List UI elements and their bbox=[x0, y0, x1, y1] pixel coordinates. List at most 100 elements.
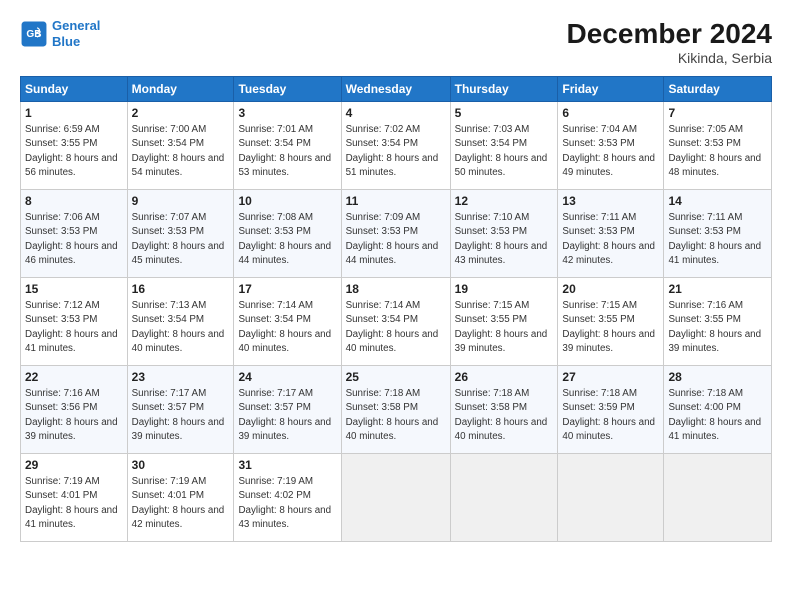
day-number: 30 bbox=[132, 457, 230, 473]
calendar-cell: 17Sunrise: 7:14 AMSunset: 3:54 PMDayligh… bbox=[234, 278, 341, 366]
day-number: 23 bbox=[132, 369, 230, 385]
day-number: 31 bbox=[238, 457, 336, 473]
calendar-cell: 20 Sunrise: 7:15 AMSunset: 3:55 PMDayligh… bbox=[558, 278, 664, 366]
logo: GB General Blue bbox=[20, 18, 100, 49]
day-number: 12 bbox=[455, 193, 554, 209]
day-info: Sunrise: 7:13 AMSunset: 3:54 PMDaylight:… bbox=[132, 300, 225, 354]
location-subtitle: Kikinda, Serbia bbox=[567, 50, 772, 66]
day-info: Sunrise: 7:12 AMSunset: 3:53 PMDaylight:… bbox=[25, 300, 118, 354]
day-info: Sunrise: 6:59 AMSunset: 3:55 PMDaylight:… bbox=[25, 124, 118, 178]
day-info: Sunrise: 7:15 AMSunset: 3:55 PMDaylight:… bbox=[455, 300, 548, 354]
day-number: 5 bbox=[455, 105, 554, 121]
day-info: Sunrise: 7:18 AMSunset: 3:58 PMDaylight:… bbox=[346, 388, 439, 442]
calendar-cell: 18 Sunrise: 7:14 AMSunset: 3:54 PMDayligh… bbox=[341, 278, 450, 366]
day-number: 13 bbox=[562, 193, 659, 209]
calendar-cell: 9Sunrise: 7:07 AMSunset: 3:53 PMDaylight… bbox=[127, 190, 234, 278]
day-info: Sunrise: 7:17 AMSunset: 3:57 PMDaylight:… bbox=[132, 388, 225, 442]
day-info: Sunrise: 7:14 AMSunset: 3:54 PMDaylight:… bbox=[346, 300, 439, 354]
day-number: 22 bbox=[25, 369, 123, 385]
logo-text: General Blue bbox=[52, 18, 100, 49]
day-info: Sunrise: 7:03 AMSunset: 3:54 PMDaylight:… bbox=[455, 124, 548, 178]
calendar-cell: 14 Sunrise: 7:11 AMSunset: 3:53 PMDayligh… bbox=[664, 190, 772, 278]
calendar-cell bbox=[558, 454, 664, 542]
day-info: Sunrise: 7:15 AMSunset: 3:55 PMDaylight:… bbox=[562, 300, 655, 354]
day-info: Sunrise: 7:04 AMSunset: 3:53 PMDaylight:… bbox=[562, 124, 655, 178]
day-number: 29 bbox=[25, 457, 123, 473]
day-info: Sunrise: 7:09 AMSunset: 3:53 PMDaylight:… bbox=[346, 212, 439, 266]
col-header-thursday: Thursday bbox=[450, 77, 558, 102]
day-number: 18 bbox=[346, 281, 446, 297]
week-row-1: 1 Sunrise: 6:59 AMSunset: 3:55 PMDaylight… bbox=[21, 102, 772, 190]
day-info: Sunrise: 7:01 AMSunset: 3:54 PMDaylight:… bbox=[238, 124, 331, 178]
calendar-cell: 3 Sunrise: 7:01 AMSunset: 3:54 PMDaylight… bbox=[234, 102, 341, 190]
calendar-cell: 6 Sunrise: 7:04 AMSunset: 3:53 PMDaylight… bbox=[558, 102, 664, 190]
day-number: 21 bbox=[668, 281, 767, 297]
calendar-cell: 24 Sunrise: 7:17 AMSunset: 3:57 PMDayligh… bbox=[234, 366, 341, 454]
day-info: Sunrise: 7:00 AMSunset: 3:54 PMDaylight:… bbox=[132, 124, 225, 178]
day-number: 25 bbox=[346, 369, 446, 385]
logo-icon: GB bbox=[20, 20, 48, 48]
day-info: Sunrise: 7:05 AMSunset: 3:53 PMDaylight:… bbox=[668, 124, 761, 178]
calendar-cell: 11 Sunrise: 7:09 AMSunset: 3:53 PMDayligh… bbox=[341, 190, 450, 278]
day-info: Sunrise: 7:16 AMSunset: 3:55 PMDaylight:… bbox=[668, 300, 761, 354]
day-number: 11 bbox=[346, 193, 446, 209]
day-number: 17 bbox=[238, 281, 336, 297]
header: GB General Blue December 2024 Kikinda, S… bbox=[20, 18, 772, 66]
calendar-cell: 4 Sunrise: 7:02 AMSunset: 3:54 PMDaylight… bbox=[341, 102, 450, 190]
day-info: Sunrise: 7:16 AMSunset: 3:56 PMDaylight:… bbox=[25, 388, 118, 442]
day-number: 2 bbox=[132, 105, 230, 121]
day-info: Sunrise: 7:02 AMSunset: 3:54 PMDaylight:… bbox=[346, 124, 439, 178]
day-number: 14 bbox=[668, 193, 767, 209]
calendar-cell: 21 Sunrise: 7:16 AMSunset: 3:55 PMDayligh… bbox=[664, 278, 772, 366]
day-info: Sunrise: 7:18 AMSunset: 3:59 PMDaylight:… bbox=[562, 388, 655, 442]
calendar-cell: 31 Sunrise: 7:19 AMSunset: 4:02 PMDayligh… bbox=[234, 454, 341, 542]
day-number: 19 bbox=[455, 281, 554, 297]
day-number: 4 bbox=[346, 105, 446, 121]
day-number: 28 bbox=[668, 369, 767, 385]
day-info: Sunrise: 7:17 AMSunset: 3:57 PMDaylight:… bbox=[238, 388, 331, 442]
day-number: 15 bbox=[25, 281, 123, 297]
day-of-week-row: SundayMondayTuesdayWednesdayThursdayFrid… bbox=[21, 77, 772, 102]
day-info: Sunrise: 7:11 AMSunset: 3:53 PMDaylight:… bbox=[562, 212, 655, 266]
calendar-cell bbox=[341, 454, 450, 542]
calendar-cell: 23 Sunrise: 7:17 AMSunset: 3:57 PMDayligh… bbox=[127, 366, 234, 454]
calendar-cell: 27Sunrise: 7:18 AMSunset: 3:59 PMDayligh… bbox=[558, 366, 664, 454]
day-info: Sunrise: 7:19 AMSunset: 4:01 PMDaylight:… bbox=[25, 476, 118, 530]
day-number: 16 bbox=[132, 281, 230, 297]
calendar-page: GB General Blue December 2024 Kikinda, S… bbox=[0, 0, 792, 552]
calendar-cell bbox=[450, 454, 558, 542]
day-number: 10 bbox=[238, 193, 336, 209]
day-number: 6 bbox=[562, 105, 659, 121]
day-info: Sunrise: 7:10 AMSunset: 3:53 PMDaylight:… bbox=[455, 212, 548, 266]
calendar-cell: 13 Sunrise: 7:11 AMSunset: 3:53 PMDayligh… bbox=[558, 190, 664, 278]
day-info: Sunrise: 7:11 AMSunset: 3:53 PMDaylight:… bbox=[668, 212, 761, 266]
calendar-cell: 10Sunrise: 7:08 AMSunset: 3:53 PMDayligh… bbox=[234, 190, 341, 278]
day-number: 20 bbox=[562, 281, 659, 297]
day-number: 8 bbox=[25, 193, 123, 209]
calendar-table: SundayMondayTuesdayWednesdayThursdayFrid… bbox=[20, 76, 772, 542]
col-header-friday: Friday bbox=[558, 77, 664, 102]
week-row-4: 22 Sunrise: 7:16 AMSunset: 3:56 PMDayligh… bbox=[21, 366, 772, 454]
week-row-3: 15 Sunrise: 7:12 AMSunset: 3:53 PMDayligh… bbox=[21, 278, 772, 366]
calendar-cell: 2 Sunrise: 7:00 AMSunset: 3:54 PMDaylight… bbox=[127, 102, 234, 190]
day-info: Sunrise: 7:19 AMSunset: 4:02 PMDaylight:… bbox=[238, 476, 331, 530]
week-row-2: 8 Sunrise: 7:06 AMSunset: 3:53 PMDaylight… bbox=[21, 190, 772, 278]
logo-line1: General bbox=[52, 18, 100, 33]
day-number: 1 bbox=[25, 105, 123, 121]
week-row-5: 29 Sunrise: 7:19 AMSunset: 4:01 PMDayligh… bbox=[21, 454, 772, 542]
calendar-cell: 7 Sunrise: 7:05 AMSunset: 3:53 PMDaylight… bbox=[664, 102, 772, 190]
day-number: 24 bbox=[238, 369, 336, 385]
day-info: Sunrise: 7:07 AMSunset: 3:53 PMDaylight:… bbox=[132, 212, 225, 266]
calendar-cell: 19 Sunrise: 7:15 AMSunset: 3:55 PMDayligh… bbox=[450, 278, 558, 366]
day-info: Sunrise: 7:06 AMSunset: 3:53 PMDaylight:… bbox=[25, 212, 118, 266]
month-title: December 2024 bbox=[567, 18, 772, 50]
calendar-cell: 25 Sunrise: 7:18 AMSunset: 3:58 PMDayligh… bbox=[341, 366, 450, 454]
day-info: Sunrise: 7:18 AMSunset: 3:58 PMDaylight:… bbox=[455, 388, 548, 442]
calendar-cell: 8 Sunrise: 7:06 AMSunset: 3:53 PMDaylight… bbox=[21, 190, 128, 278]
calendar-cell: 15 Sunrise: 7:12 AMSunset: 3:53 PMDayligh… bbox=[21, 278, 128, 366]
day-number: 7 bbox=[668, 105, 767, 121]
col-header-monday: Monday bbox=[127, 77, 234, 102]
col-header-wednesday: Wednesday bbox=[341, 77, 450, 102]
day-number: 3 bbox=[238, 105, 336, 121]
calendar-cell: 29 Sunrise: 7:19 AMSunset: 4:01 PMDayligh… bbox=[21, 454, 128, 542]
